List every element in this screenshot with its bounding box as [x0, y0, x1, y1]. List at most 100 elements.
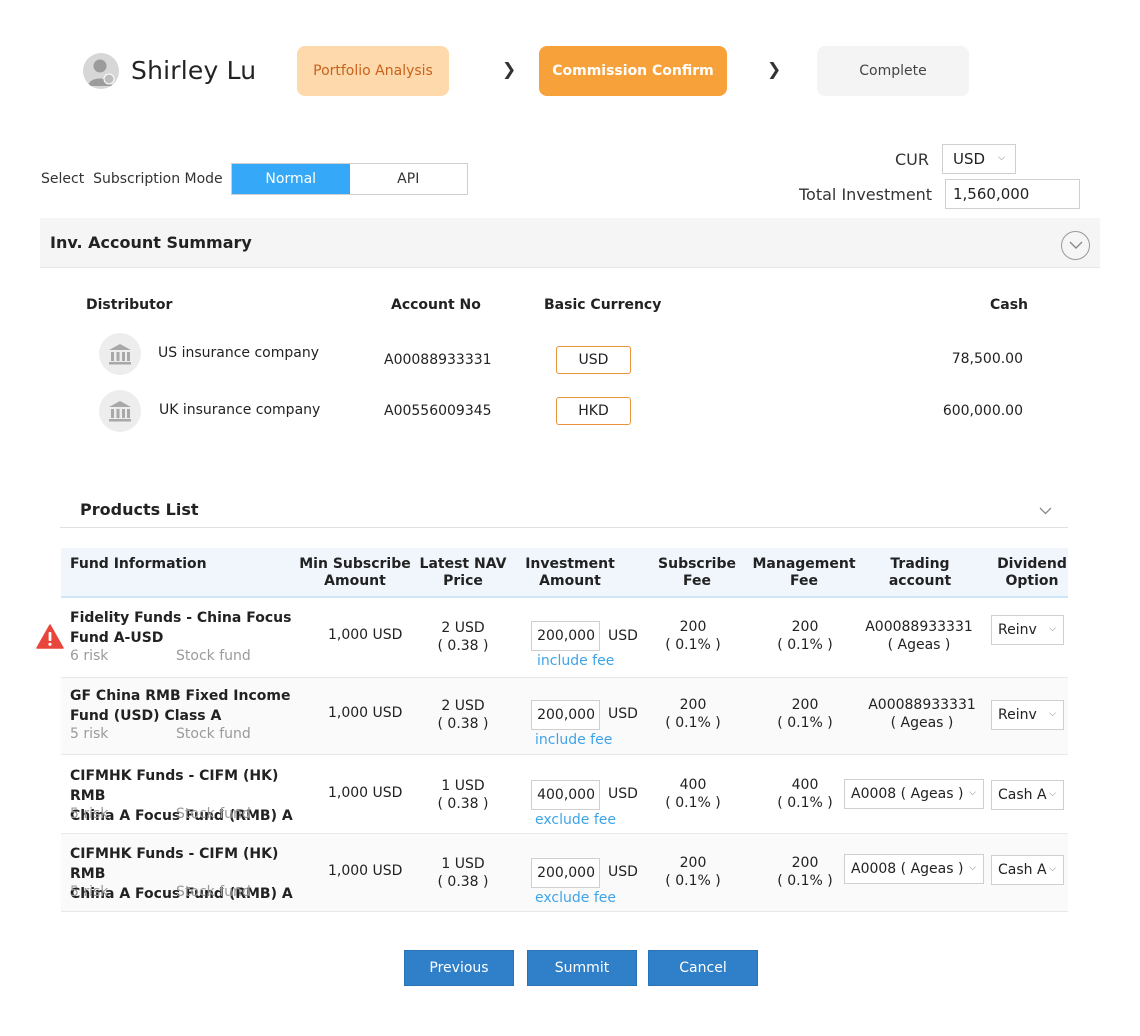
investment-amount-input[interactable] — [531, 700, 600, 730]
user-name: Shirley Lu — [131, 56, 257, 85]
caret-down-icon: ⌵ — [969, 788, 976, 798]
fund-name: GF China RMB Fixed Income Fund (USD) Clas… — [70, 688, 291, 724]
table-row: Fidelity Funds - China Focus Fund A-USD — [70, 608, 310, 648]
row-divider — [61, 911, 1068, 912]
amount-unit: USD — [608, 786, 638, 802]
fund-type: Stock fund — [176, 726, 251, 742]
amount-unit: USD — [608, 628, 638, 644]
fund-risk: 5 risk — [70, 726, 109, 742]
fee-mode-link[interactable]: exclude fee — [535, 812, 616, 828]
col-management-fee: Management Fee — [752, 556, 856, 589]
currency-value: USD — [953, 150, 986, 168]
cash-amount: 600,000.00 — [942, 403, 1023, 419]
mode-api-button[interactable]: API — [350, 164, 468, 194]
dividend-option-select[interactable]: Reinv ⌵ — [991, 700, 1064, 730]
step-portfolio-analysis[interactable]: Portfolio Analysis — [297, 46, 449, 96]
distributor-name: US insurance company — [158, 345, 320, 361]
step-separator-icon: ❯ — [502, 60, 517, 80]
row-divider — [61, 833, 1068, 834]
col-subscribe-fee: Subscribe Fee — [658, 556, 736, 589]
submit-button[interactable]: Summit — [527, 950, 637, 986]
management-fee: 200( 0.1% ) — [777, 855, 833, 889]
trading-account: A00088933331( Ageas ) — [868, 697, 976, 731]
min-subscribe-amount: 1,000 USD — [328, 705, 403, 721]
step-complete[interactable]: Complete — [817, 46, 969, 96]
caret-down-icon: ⌵ — [1049, 789, 1056, 799]
dividend-option-select[interactable]: Reinv ⌵ — [991, 615, 1064, 645]
warning-triangle-icon — [36, 624, 64, 654]
fund-type: Stock fund — [176, 884, 251, 900]
fund-risk: 6 risk — [70, 648, 109, 664]
account-number: A00088933331 — [384, 352, 492, 368]
total-investment-label: Total Investment — [799, 185, 933, 204]
step-commission-confirm[interactable]: Commission Confirm — [539, 46, 727, 96]
fund-risk: 5 risk — [70, 884, 109, 900]
fee-mode-link[interactable]: exclude fee — [535, 890, 616, 906]
currency-label: CUR — [895, 150, 929, 169]
col-investment-amount: Investment Amount — [525, 556, 615, 589]
min-subscribe-amount: 1,000 USD — [328, 627, 403, 643]
col-trading-account: Trading account — [888, 556, 952, 589]
currency-badge: USD — [556, 346, 631, 374]
amount-unit: USD — [608, 864, 638, 880]
col-dividend-option: Dividend Option — [997, 556, 1067, 589]
step-separator-icon: ❯ — [767, 60, 782, 80]
row-divider — [61, 754, 1068, 755]
latest-nav-price: 1 USD( 0.38 ) — [437, 856, 489, 890]
table-row: GF China RMB Fixed Income Fund (USD) Clas… — [70, 686, 310, 726]
trading-account-select[interactable]: A0008 ( Ageas ) ⌵ — [844, 854, 984, 884]
subscribe-fee: 200( 0.1% ) — [665, 697, 721, 731]
col-distributor: Distributor — [86, 297, 173, 313]
currency-select[interactable]: USD ⌵ — [942, 144, 1016, 174]
col-basic-currency: Basic Currency — [544, 297, 662, 313]
management-fee: 200( 0.1% ) — [777, 697, 833, 731]
fund-name: Fidelity Funds - China Focus Fund A-USD — [70, 610, 292, 646]
products-list-title: Products List — [80, 500, 199, 519]
account-summary-title: Inv. Account Summary — [50, 233, 252, 252]
caret-down-icon: ⌵ — [1049, 864, 1056, 874]
fund-type: Stock fund — [176, 806, 251, 822]
min-subscribe-amount: 1,000 USD — [328, 863, 403, 879]
total-investment-input[interactable] — [945, 179, 1080, 209]
caret-down-icon: ⌵ — [1049, 624, 1056, 634]
subscribe-fee: 200( 0.1% ) — [665, 855, 721, 889]
dividend-option-select[interactable]: Cash A ⌵ — [991, 780, 1064, 810]
previous-button[interactable]: Previous — [404, 950, 514, 986]
dividend-option-select[interactable]: Cash A ⌵ — [991, 855, 1064, 885]
col-latest-nav: Latest NAV Price — [419, 556, 507, 589]
fund-risk: 5 risk — [70, 806, 109, 822]
investment-amount-input[interactable] — [531, 621, 600, 651]
latest-nav-price: 2 USD( 0.38 ) — [437, 698, 489, 732]
divider — [60, 527, 1068, 528]
cancel-button[interactable]: Cancel — [648, 950, 758, 986]
investment-amount-input[interactable] — [531, 858, 600, 888]
trading-account-select[interactable]: A0008 ( Ageas ) ⌵ — [844, 779, 984, 809]
investment-amount-input[interactable] — [531, 780, 600, 810]
col-cash: Cash — [990, 297, 1029, 313]
chevron-down-icon[interactable] — [1039, 503, 1052, 519]
latest-nav-price: 1 USD( 0.38 ) — [437, 778, 489, 812]
subscription-mode-label: Select Subscription Mode — [41, 171, 223, 187]
subscription-mode-toggle: Normal API — [231, 163, 468, 195]
chevron-down-circle-icon[interactable] — [1061, 231, 1090, 260]
user-avatar-icon — [83, 53, 119, 89]
management-fee: 400( 0.1% ) — [777, 777, 833, 811]
currency-badge: HKD — [556, 397, 631, 425]
col-min-subscribe: Min Subscribe Amount — [299, 556, 411, 589]
bank-icon — [99, 333, 141, 375]
cash-amount: 78,500.00 — [951, 351, 1023, 367]
caret-down-icon: ⌵ — [998, 153, 1005, 163]
col-account-no: Account No — [391, 297, 481, 313]
subscribe-fee: 400( 0.1% ) — [665, 777, 721, 811]
fee-mode-link[interactable]: include fee — [537, 653, 614, 669]
fund-type: Stock fund — [176, 648, 251, 664]
subscribe-fee: 200( 0.1% ) — [665, 619, 721, 653]
fee-mode-link[interactable]: include fee — [535, 732, 612, 748]
caret-down-icon: ⌵ — [969, 863, 976, 873]
row-divider — [61, 677, 1068, 678]
latest-nav-price: 2 USD( 0.38 ) — [437, 620, 489, 654]
account-number: A00556009345 — [384, 403, 492, 419]
management-fee: 200( 0.1% ) — [777, 619, 833, 653]
col-fund-information: Fund Information — [70, 556, 207, 572]
mode-normal-button[interactable]: Normal — [232, 164, 350, 194]
